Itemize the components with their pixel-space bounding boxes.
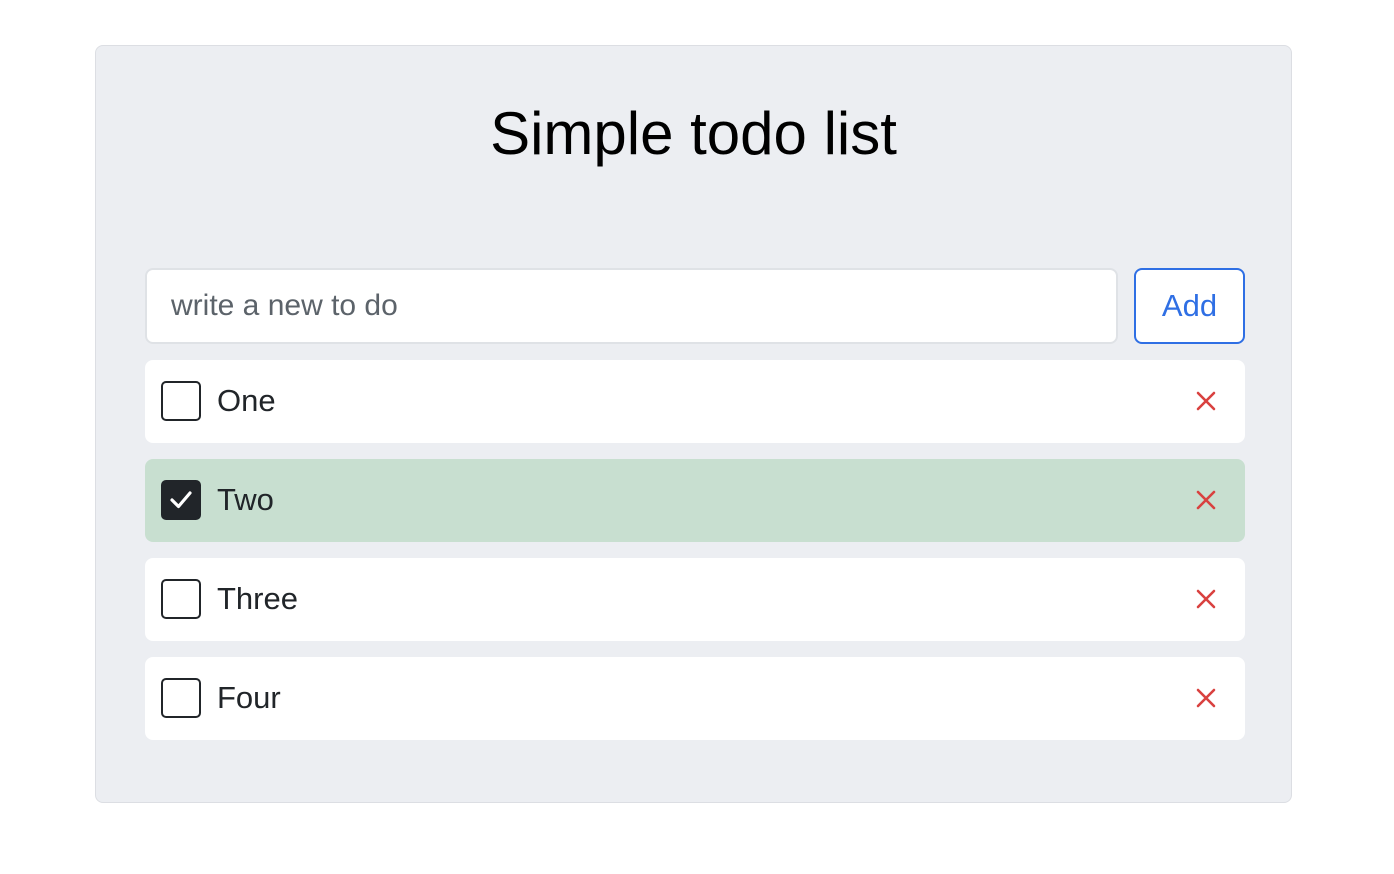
todo-checkbox[interactable] bbox=[161, 381, 201, 421]
close-icon bbox=[1196, 688, 1216, 708]
add-button[interactable]: Add bbox=[1134, 268, 1245, 344]
todo-label: One bbox=[217, 383, 276, 418]
new-todo-input[interactable] bbox=[145, 268, 1118, 344]
todo-checkbox[interactable] bbox=[161, 678, 201, 718]
todo-checkbox[interactable] bbox=[161, 480, 201, 520]
close-icon bbox=[1196, 490, 1216, 510]
close-icon bbox=[1196, 589, 1216, 609]
checkmark-icon bbox=[170, 491, 192, 509]
delete-todo-button[interactable] bbox=[1187, 481, 1225, 519]
close-icon bbox=[1196, 391, 1216, 411]
todo-item: One bbox=[145, 360, 1245, 443]
todo-item: Two bbox=[145, 459, 1245, 542]
todo-label: Four bbox=[217, 680, 281, 715]
todo-card: Simple todo list Add One bbox=[95, 45, 1292, 803]
todo-list: One Two Three Four bbox=[145, 360, 1245, 756]
delete-todo-button[interactable] bbox=[1187, 679, 1225, 717]
todo-checkbox[interactable] bbox=[161, 579, 201, 619]
new-todo-form: Add bbox=[145, 268, 1245, 344]
delete-todo-button[interactable] bbox=[1187, 580, 1225, 618]
todo-label: Two bbox=[217, 482, 274, 517]
delete-todo-button[interactable] bbox=[1187, 382, 1225, 420]
page-title: Simple todo list bbox=[490, 100, 897, 167]
todo-label: Three bbox=[217, 581, 298, 616]
todo-item: Three bbox=[145, 558, 1245, 641]
todo-item: Four bbox=[145, 657, 1245, 740]
